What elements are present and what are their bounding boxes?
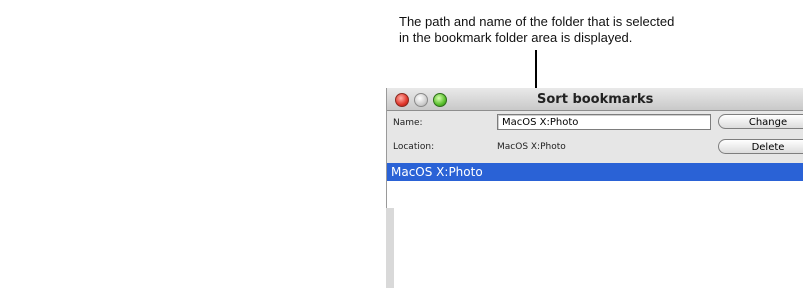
window-titlebar[interactable]: Sort bookmarks: [387, 88, 803, 111]
bookmark-folder-area[interactable]: MacOS X:Photo: [387, 163, 803, 288]
bookmark-form: Name: MacOS X:Photo Change Location: Mac…: [387, 111, 803, 163]
sort-bookmarks-window: Sort bookmarks Name: MacOS X:Photo Chang…: [386, 88, 803, 288]
zoom-button[interactable]: [433, 93, 447, 107]
selected-folder-row[interactable]: MacOS X:Photo: [387, 163, 803, 181]
callout-path-and-name-line2: in the bookmark folder area is displayed…: [399, 30, 633, 45]
delete-button[interactable]: Delete: [718, 139, 803, 154]
change-button[interactable]: Change: [718, 114, 803, 129]
window-left-edge: [386, 208, 394, 288]
location-value: MacOS X:Photo: [497, 142, 566, 152]
callout-path-and-name: The path and name of the folder that is …: [399, 14, 674, 46]
window-title: Sort bookmarks: [537, 92, 654, 107]
callout-path-and-name-line1: The path and name of the folder that is …: [399, 14, 675, 29]
location-label: Location:: [393, 142, 435, 152]
close-button[interactable]: [395, 93, 409, 107]
minimize-button[interactable]: [414, 93, 428, 107]
name-field[interactable]: MacOS X:Photo: [497, 114, 711, 130]
name-label: Name:: [393, 118, 423, 128]
